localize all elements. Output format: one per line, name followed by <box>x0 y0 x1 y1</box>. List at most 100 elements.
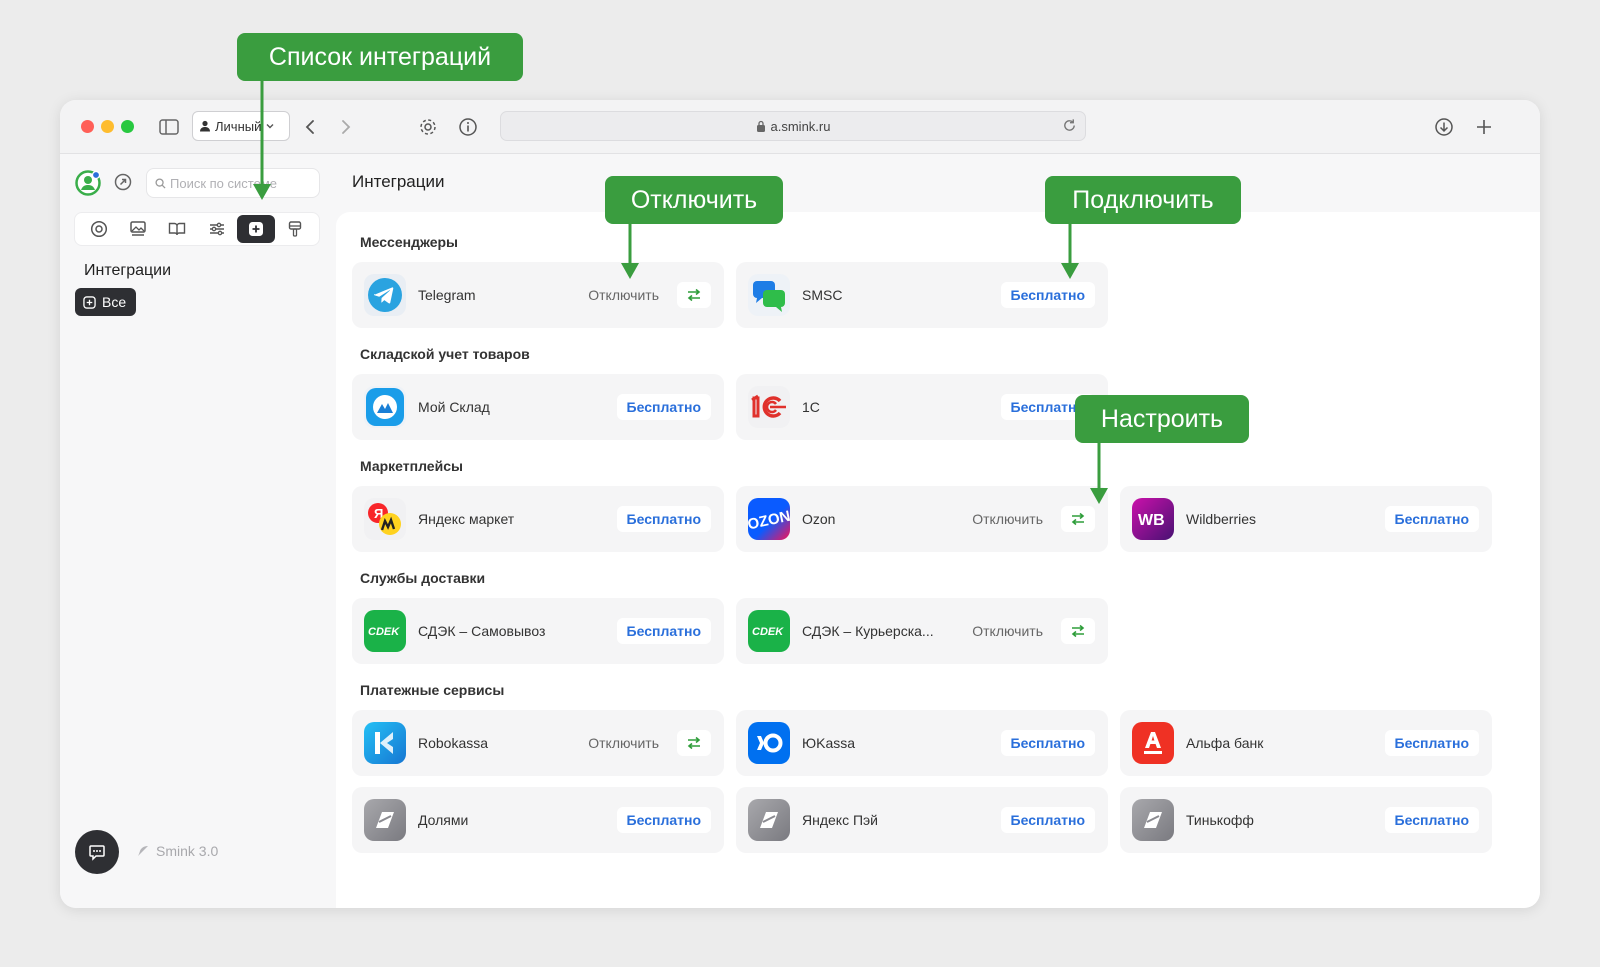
external-link-icon[interactable] <box>114 173 132 196</box>
search-input[interactable] <box>170 175 310 191</box>
integration-name: СДЭК – Самовывоз <box>418 623 546 639</box>
sidebar-toggle-icon[interactable] <box>158 114 180 140</box>
annotation-connect: Подключить <box>1045 176 1241 224</box>
version-text: Smink 3.0 <box>156 843 219 859</box>
address-bar[interactable]: a.smink.ru <box>500 111 1086 141</box>
integration-card-telegram: Telegram Отключить <box>352 262 724 328</box>
search-box <box>146 168 320 198</box>
image-icon <box>130 221 146 236</box>
integration-name: Ozon <box>802 511 836 527</box>
connect-free-button[interactable]: Бесплатно <box>1384 730 1479 756</box>
annotation-configure: Настроить <box>1075 395 1249 443</box>
integration-card-ozon: OZON Ozon Отключить <box>736 486 1108 552</box>
connect-free-button[interactable]: Бесплатно <box>1000 282 1095 308</box>
moysklad-icon <box>364 386 406 428</box>
chat-button[interactable] <box>75 830 119 874</box>
integration-card-yookassa: ЮKassa Бесплатно <box>736 710 1108 776</box>
integration-name: Альфа банк <box>1186 735 1264 751</box>
info-icon[interactable] <box>456 114 480 140</box>
connect-free-button[interactable]: Бесплатно <box>616 618 711 644</box>
yookassa-icon <box>748 722 790 764</box>
plus-square-icon <box>83 295 96 309</box>
configure-button[interactable] <box>677 282 711 308</box>
placeholder-logo-icon <box>748 799 790 841</box>
connect-free-button[interactable]: Бесплатно <box>1384 807 1479 833</box>
integration-card-alfa: Альфа банк Бесплатно <box>1120 710 1492 776</box>
swap-arrows-icon <box>687 736 701 750</box>
disconnect-link[interactable]: Отключить <box>972 623 1043 639</box>
integration-name: 1С <box>802 399 820 415</box>
disconnect-link[interactable]: Отключить <box>972 511 1043 527</box>
url-text: a.smink.ru <box>770 118 831 134</box>
swap-arrows-icon <box>1071 624 1085 638</box>
connect-free-button[interactable]: Бесплатно <box>1000 730 1095 756</box>
download-icon[interactable] <box>1432 114 1456 140</box>
tab-brush[interactable] <box>276 215 314 243</box>
sidebar-heading: Интеграции <box>84 262 172 279</box>
tab-book[interactable] <box>158 215 196 243</box>
smsc-icon <box>748 274 790 316</box>
integration-card-cdek-pickup: CDEK СДЭК – Самовывоз Бесплатно <box>352 598 724 664</box>
swap-arrows-icon <box>1071 512 1085 526</box>
headset-icon <box>90 220 107 238</box>
integration-name: Тинькофф <box>1186 812 1254 828</box>
smink-logo-icon[interactable] <box>75 170 101 196</box>
annotation-arrow <box>1090 442 1108 504</box>
feather-icon <box>138 846 148 856</box>
tab-gallery[interactable] <box>119 215 157 243</box>
sidebar: Интеграции Все Smink 3.0 <box>60 154 336 908</box>
robokassa-icon <box>364 722 406 764</box>
integration-name: ЮKassa <box>802 735 856 751</box>
integration-name: Robokassa <box>418 735 489 751</box>
tab-support[interactable] <box>80 215 118 243</box>
filter-all-chip[interactable]: Все <box>75 288 137 316</box>
svg-text:CDEK: CDEK <box>752 626 784 638</box>
integration-card-smsc: SMSC Бесплатно <box>736 262 1108 328</box>
back-icon[interactable] <box>300 114 320 140</box>
configure-button[interactable] <box>677 730 711 756</box>
integration-card-yandex-pay: Яндекс Пэй Бесплатно <box>736 787 1108 853</box>
tab-settings[interactable] <box>198 215 236 243</box>
connect-free-button[interactable]: Бесплатно <box>616 807 711 833</box>
integration-name: Яндекс маркет <box>418 511 515 527</box>
placeholder-logo-icon <box>364 799 406 841</box>
alfa-bank-icon <box>1132 722 1174 764</box>
integration-card-cdek-courier: CDEK СДЭК – Курьерска... Отключить <box>736 598 1108 664</box>
lock-icon <box>756 120 765 132</box>
annotation-arrow <box>253 80 271 200</box>
gear-icon[interactable] <box>416 114 440 140</box>
reload-icon[interactable] <box>1062 118 1077 136</box>
integration-name: SMSC <box>802 287 843 303</box>
configure-button[interactable] <box>1061 506 1095 532</box>
section-title-marketplaces: Маркетплейсы <box>360 458 463 474</box>
tab-integrations[interactable] <box>236 215 275 243</box>
profile-selector[interactable]: Личный <box>192 111 290 141</box>
page-title: Интеграции <box>352 172 445 191</box>
cdek-icon: CDEK <box>364 610 406 652</box>
integration-name: Яндекс Пэй <box>802 812 878 828</box>
section-title-delivery: Службы доставки <box>360 570 486 586</box>
integration-name: Мой Склад <box>418 399 490 415</box>
new-tab-icon[interactable] <box>1472 114 1496 140</box>
sidebar-tabs <box>74 212 320 246</box>
svg-text:WB: WB <box>1138 512 1165 529</box>
integration-name: Wildberries <box>1186 511 1257 527</box>
connect-free-button[interactable]: Бесплатно <box>1000 807 1095 833</box>
ozon-icon: OZON <box>748 498 790 540</box>
forward-icon[interactable] <box>336 114 356 140</box>
connect-free-button[interactable]: Бесплатно <box>616 506 711 532</box>
annotation-arrow <box>621 223 639 279</box>
close-window-button[interactable] <box>81 120 94 133</box>
connect-free-button[interactable]: Бесплатно <box>616 394 711 420</box>
svg-text:CDEK: CDEK <box>368 626 400 638</box>
zoom-window-button[interactable] <box>121 120 134 133</box>
connect-free-button[interactable]: Бесплатно <box>1384 506 1479 532</box>
minimize-window-button[interactable] <box>101 120 114 133</box>
integration-card-yandex-market: Я Яндекс маркет Бесплатно <box>352 486 724 552</box>
disconnect-link[interactable]: Отключить <box>588 287 659 303</box>
cdek-icon: CDEK <box>748 610 790 652</box>
disconnect-link[interactable]: Отключить <box>588 735 659 751</box>
browser-toolbar: Личный a.smink.ru <box>60 100 1540 154</box>
browser-window: Личный a.smink.ru Поиск по системе Интег… <box>60 100 1540 908</box>
configure-button[interactable] <box>1061 618 1095 644</box>
